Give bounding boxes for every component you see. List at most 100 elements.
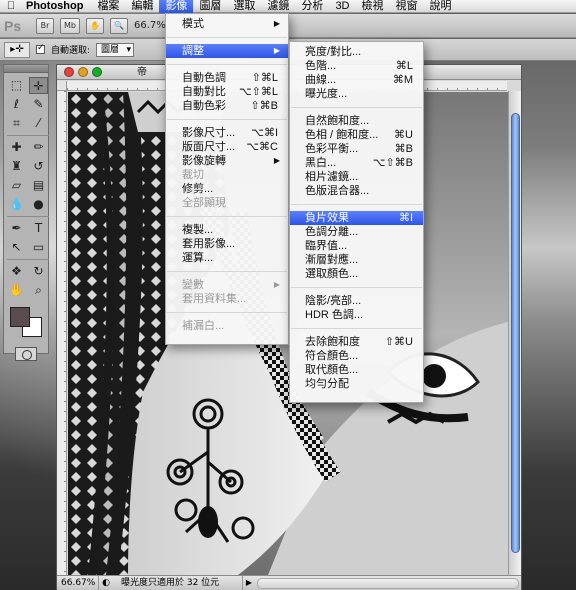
adjust-menu-item-label: 亮度/對比... bbox=[305, 46, 362, 58]
vertical-scrollbar[interactable] bbox=[508, 91, 521, 575]
bridge-button[interactable]: Br bbox=[36, 17, 54, 34]
image-menu-item[interactable]: 套用影像... bbox=[166, 237, 288, 251]
scrollbar-thumb[interactable] bbox=[511, 113, 520, 553]
apple-icon[interactable]:  bbox=[0, 0, 22, 12]
menu-layer[interactable]: 圖層 bbox=[193, 0, 227, 13]
menu-file[interactable]: 檔案 bbox=[91, 0, 125, 13]
tool-preset-picker[interactable]: ▸✛ bbox=[4, 41, 30, 58]
menu-filter[interactable]: 濾鏡 bbox=[261, 0, 295, 13]
image-menu-item[interactable]: 自動色調 ⇧⌘L bbox=[166, 71, 288, 85]
image-menu-item-shortcut: ⇧⌘B bbox=[250, 100, 278, 112]
adjust-menu-item[interactable]: 漸層對應... bbox=[290, 253, 423, 267]
image-menu-item[interactable]: 修剪... bbox=[166, 182, 288, 196]
image-menu-item-label: 版面尺寸... bbox=[182, 141, 236, 153]
adjust-menu-item[interactable]: 亮度/對比... bbox=[290, 45, 423, 59]
adjust-menu-item[interactable]: 負片效果 ⌘I bbox=[290, 211, 423, 225]
menu-edit[interactable]: 編輯 bbox=[125, 0, 159, 13]
eraser-tool-icon[interactable]: ▱ bbox=[7, 177, 26, 194]
close-window-icon[interactable] bbox=[64, 67, 74, 77]
adjust-menu-item[interactable]: 符合顏色... bbox=[290, 349, 423, 363]
marquee-tool-icon[interactable]: ⬚ bbox=[7, 77, 26, 94]
adjust-menu-item[interactable]: 色調分離... bbox=[290, 225, 423, 239]
image-menu-item-label: 套用資料集... bbox=[182, 293, 247, 305]
quick-mask-icon[interactable] bbox=[15, 347, 37, 361]
image-menu-item[interactable]: 調整 ▶ bbox=[166, 44, 288, 58]
adjust-menu-item[interactable]: 自然飽和度... bbox=[290, 114, 423, 128]
gradient-tool-icon[interactable]: ▤ bbox=[29, 177, 48, 194]
horizontal-scrollbar[interactable] bbox=[257, 577, 519, 589]
mini-bridge-button[interactable]: Mb bbox=[60, 17, 80, 34]
zoom-view-icon[interactable]: 🔍 bbox=[109, 17, 128, 34]
shape-tool-icon[interactable]: ▭ bbox=[29, 239, 48, 256]
menu-photoshop[interactable]: Photoshop bbox=[22, 0, 91, 13]
image-menu-item[interactable]: 版面尺寸... ⌥⌘C bbox=[166, 140, 288, 154]
adjust-menu-item[interactable]: 陰影/亮部... bbox=[290, 294, 423, 308]
adjust-menu-item[interactable]: 黑白... ⌥⇧⌘B bbox=[290, 156, 423, 170]
ruler-origin[interactable] bbox=[57, 81, 67, 91]
adjust-menu-item[interactable]: 曝光度... bbox=[290, 87, 423, 101]
hand-tool-icon[interactable]: ✋ bbox=[7, 282, 26, 299]
adjust-menu-item[interactable]: 色相 / 飽和度... ⌘U bbox=[290, 128, 423, 142]
toolbox-grip[interactable] bbox=[4, 65, 48, 73]
eyedropper-tool-icon[interactable]: ⁄ bbox=[29, 115, 48, 132]
image-menu-item[interactable]: 影像旋轉 ▶ bbox=[166, 154, 288, 168]
adjust-menu-item[interactable]: 色版混合器... bbox=[290, 184, 423, 198]
foreground-color-swatch[interactable] bbox=[10, 307, 30, 327]
lasso-tool-icon[interactable]: ℓ bbox=[7, 96, 26, 113]
auto-select-dropdown[interactable]: 圖層 bbox=[96, 42, 135, 57]
hand-view-icon[interactable]: ✋ bbox=[85, 17, 104, 34]
adjust-menu-item-label: 曲線... bbox=[305, 74, 337, 86]
adjust-menu-item[interactable]: 相片濾鏡... bbox=[290, 170, 423, 184]
image-menu-item[interactable]: 自動對比 ⌥⇧⌘L bbox=[166, 85, 288, 99]
adjust-menu-item[interactable]: 取代顏色... bbox=[290, 363, 423, 377]
auto-select-checkbox[interactable] bbox=[36, 43, 45, 54]
brush-tool-icon[interactable]: ✏ bbox=[29, 139, 48, 156]
menu-separator bbox=[167, 271, 287, 272]
history-brush-icon[interactable]: ↺ bbox=[29, 158, 48, 175]
3d-tool-icon[interactable]: ❖ bbox=[7, 263, 26, 280]
healing-brush-icon[interactable]: ✚ bbox=[7, 139, 26, 156]
path-select-icon[interactable]: ↖ bbox=[7, 239, 26, 256]
quick-select-tool-icon[interactable]: ✎ bbox=[29, 96, 48, 113]
zoom-tool-icon[interactable]: ⌕ bbox=[29, 282, 48, 299]
image-menu-item-label: 複製... bbox=[182, 224, 214, 236]
menu-image[interactable]: 影像 bbox=[159, 0, 194, 13]
adjust-menu-item[interactable]: 均勻分配 bbox=[290, 377, 423, 391]
zoom-level[interactable]: 66.7% bbox=[134, 20, 166, 31]
image-menu-item[interactable]: 運算... bbox=[166, 251, 288, 265]
move-tool-icon[interactable]: ✛ bbox=[29, 77, 48, 94]
status-menu-arrow-icon[interactable]: ▶ bbox=[243, 576, 255, 590]
image-menu-item[interactable]: 影像尺寸... ⌥⌘I bbox=[166, 126, 288, 140]
adjust-menu-item[interactable]: 色階... ⌘L bbox=[290, 59, 423, 73]
blur-tool-icon[interactable]: 💧 bbox=[7, 196, 26, 213]
adjust-menu-item[interactable]: 曲線... ⌘M bbox=[290, 73, 423, 87]
image-menu-item[interactable]: 自動色彩 ⇧⌘B bbox=[166, 99, 288, 113]
status-info-icon[interactable]: ◐ bbox=[99, 576, 113, 590]
adjust-menu-item[interactable]: 色彩平衡... ⌘B bbox=[290, 142, 423, 156]
adjust-menu-item[interactable]: 去除飽和度 ⇧⌘U bbox=[290, 335, 423, 349]
image-menu-item[interactable]: 複製... bbox=[166, 223, 288, 237]
pen-tool-icon[interactable]: ✒ bbox=[7, 220, 26, 237]
adjust-menu-item[interactable]: 選取顏色... bbox=[290, 267, 423, 281]
vertical-ruler[interactable] bbox=[57, 91, 67, 575]
adjust-menu-item-label: 去除飽和度 bbox=[305, 336, 360, 348]
menu-help[interactable]: 說明 bbox=[424, 0, 458, 13]
menu-view[interactable]: 檢視 bbox=[356, 0, 390, 13]
zoom-window-icon[interactable] bbox=[92, 67, 102, 77]
menu-analysis[interactable]: 分析 bbox=[295, 0, 329, 13]
dodge-tool-icon[interactable]: ● bbox=[29, 196, 48, 213]
adjust-menu-item[interactable]: HDR 色調... bbox=[290, 308, 423, 322]
menu-3d[interactable]: 3D bbox=[329, 0, 355, 13]
adjust-menu-item-label: 漸層對應... bbox=[305, 254, 359, 266]
adjust-menu-item[interactable]: 臨界值... bbox=[290, 239, 423, 253]
rotate-view-icon[interactable]: ↻ bbox=[29, 263, 48, 280]
toolbox-separator bbox=[7, 216, 49, 217]
status-zoom[interactable]: 66.67% bbox=[57, 576, 99, 590]
type-tool-icon[interactable]: T bbox=[29, 220, 48, 237]
menu-window[interactable]: 視窗 bbox=[390, 0, 424, 13]
clone-stamp-icon[interactable]: ♜ bbox=[7, 158, 26, 175]
image-menu-item[interactable]: 模式 ▶ bbox=[166, 17, 288, 31]
menu-select[interactable]: 選取 bbox=[227, 0, 261, 13]
crop-tool-icon[interactable]: ⌗ bbox=[7, 115, 26, 132]
minimize-window-icon[interactable] bbox=[78, 67, 88, 77]
